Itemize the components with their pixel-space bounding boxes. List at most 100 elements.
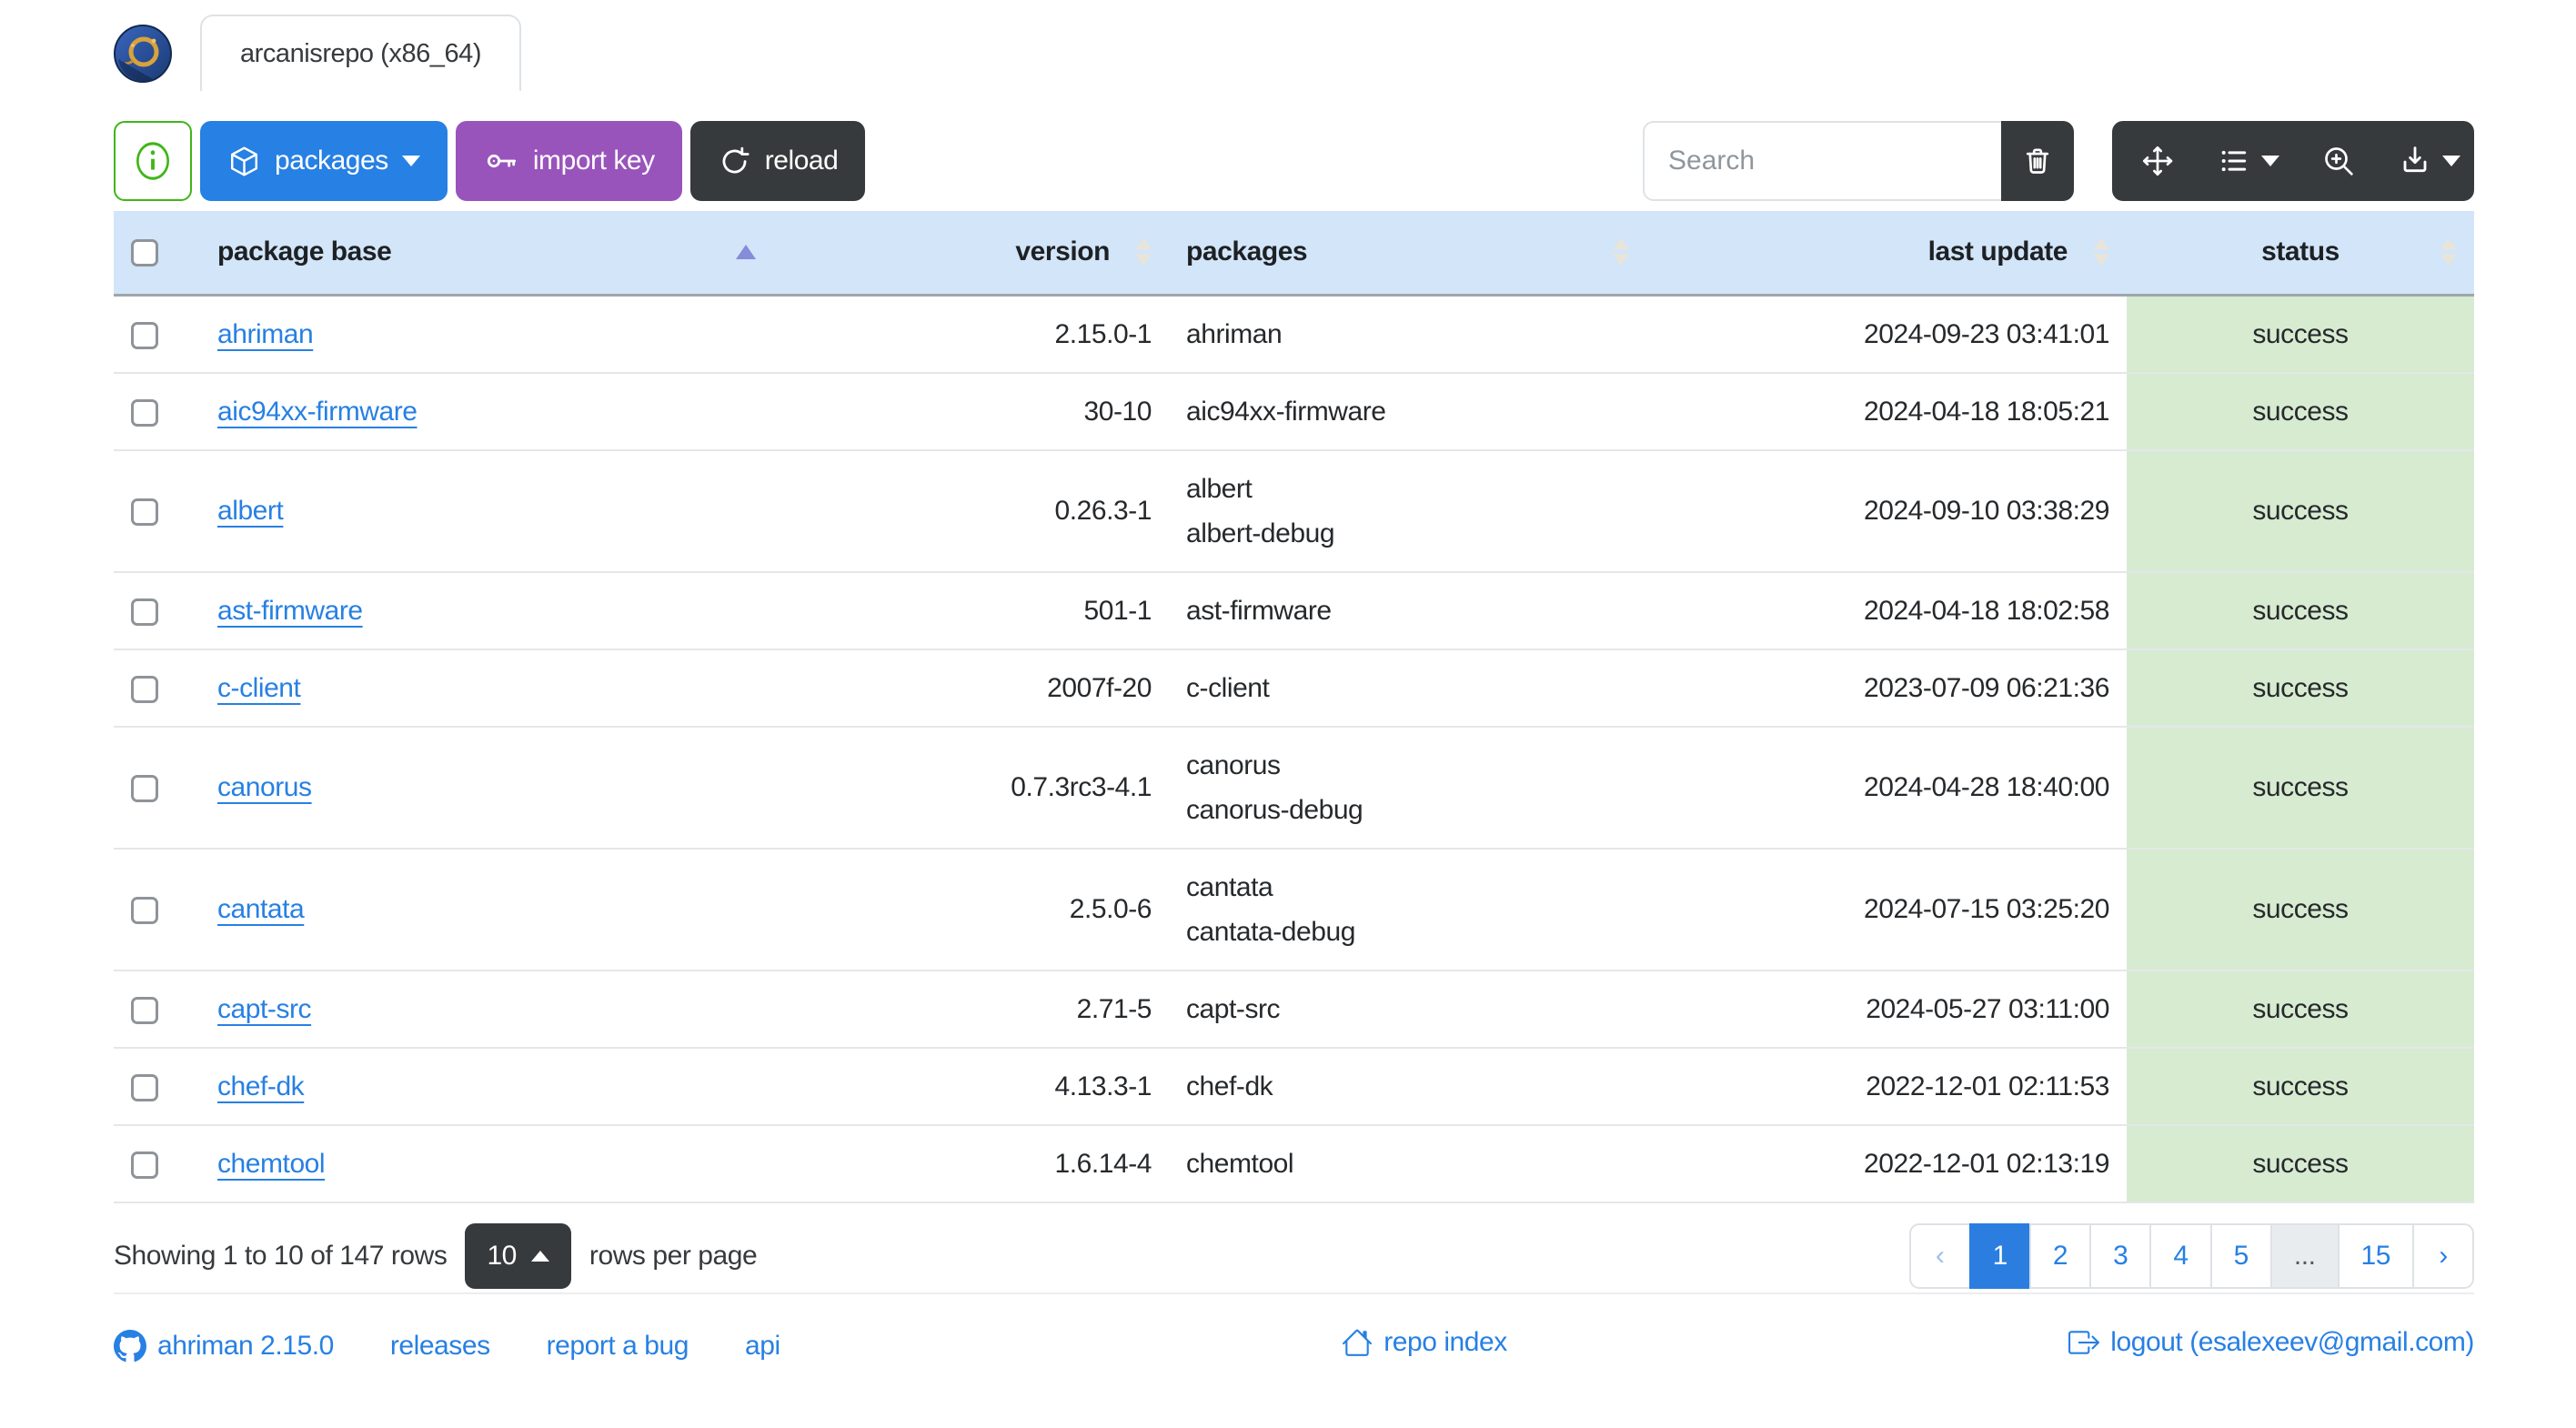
table-row: chef-dk 4.13.3-1 chef-dk 2022-12-01 02:1… [114,1047,2474,1126]
table-body: ahriman 2.15.0-1 ahriman 2024-09-23 03:4… [114,295,2474,1203]
status-badge: success [2252,993,2349,1024]
arrows-move-icon [2139,143,2176,179]
table-row: capt-src 2.71-5 capt-src 2024-05-27 03:1… [114,970,2474,1049]
package-names: aic94xx-firmware [1169,372,1646,451]
status-cell: success [2127,372,2474,451]
status-cell: success [2127,295,2474,374]
package-version: 30-10 [773,372,1169,451]
package-box-icon [227,145,261,178]
row-checkbox[interactable] [131,1151,158,1179]
page-button[interactable]: ... [2269,1222,2340,1289]
rows-per-page-value: 10 [487,1240,517,1271]
repository-tab[interactable]: arcanisrepo (x86_64) [200,15,522,91]
column-header-packages[interactable]: packages [1169,211,1646,295]
row-checkbox[interactable] [131,1073,158,1101]
package-base-link[interactable]: capt-src [217,994,312,1024]
page-button[interactable]: 1 [1968,1222,2031,1289]
version-link[interactable]: ahriman 2.15.0 [114,1329,334,1363]
column-header-version[interactable]: version [773,211,1169,295]
package-base-link[interactable]: chemtool [217,1149,326,1179]
package-base-link[interactable]: ahriman [217,319,314,349]
row-checkbox[interactable] [131,775,158,803]
status-badge: success [2252,672,2349,703]
sort-ascending-icon [736,245,756,260]
fullscreen-button[interactable] [2112,121,2203,201]
package-version: 0.7.3rc3-4.1 [773,726,1169,850]
package-version: 2007f-20 [773,649,1169,728]
status-cell: success [2127,649,2474,728]
package-base-link[interactable]: chef-dk [217,1071,305,1101]
toggle-search-button[interactable] [2293,121,2384,201]
download-icon [2397,143,2433,179]
info-button[interactable] [114,121,192,201]
package-base-link[interactable]: canorus [217,772,312,802]
table-row: chemtool 1.6.14-4 chemtool 2022-12-01 02… [114,1124,2474,1203]
report-bug-link[interactable]: report a bug [547,1331,689,1362]
select-all-checkbox[interactable] [131,239,158,267]
reload-icon [718,145,751,178]
reload-button[interactable]: reload [689,121,866,201]
search-input[interactable] [1643,121,2001,201]
clear-search-button[interactable] [2001,121,2074,201]
last-update: 2024-05-27 03:11:00 [1646,970,2127,1049]
column-header-status[interactable]: status [2127,211,2474,295]
page-button[interactable]: 4 [2149,1222,2212,1289]
packages-button[interactable]: packages [200,121,448,201]
package-base-link[interactable]: albert [217,496,284,526]
package-names: chemtool [1169,1124,1646,1203]
page-button[interactable]: 15 [2337,1222,2414,1289]
package-names: ahriman [1169,295,1646,374]
export-button[interactable] [2384,121,2475,201]
row-checkbox[interactable] [131,996,158,1024]
package-base-link[interactable]: ast-firmware [217,596,363,626]
last-update: 2024-07-15 03:25:20 [1646,848,2127,971]
columns-toggle-button[interactable] [2203,121,2294,201]
package-base-link[interactable]: c-client [217,673,301,703]
ahriman-logo-icon [114,25,172,83]
row-checkbox[interactable] [131,398,158,427]
status-badge: success [2252,1071,2349,1101]
row-checkbox[interactable] [131,321,158,349]
table-row: albert 0.26.3-1 albert albert-debug 2024-… [114,449,2474,573]
version-link-label: ahriman 2.15.0 [157,1330,334,1361]
page-button[interactable]: 3 [2089,1222,2152,1289]
pagination-summary: Showing 1 to 10 of 147 rows [114,1240,448,1271]
status-cell: success [2127,848,2474,971]
page-button[interactable]: ‹ [1908,1222,1971,1289]
package-base-link[interactable]: cantata [217,894,305,924]
status-badge: success [2252,595,2349,626]
chevron-down-icon [2261,156,2280,166]
column-header-last-update[interactable]: last update [1646,211,2127,295]
status-cell: success [2127,449,2474,573]
status-badge: success [2252,318,2349,349]
row-checkbox[interactable] [131,675,158,703]
last-update: 2024-04-28 18:40:00 [1646,726,2127,850]
row-checkbox[interactable] [131,498,158,527]
status-cell: success [2127,571,2474,650]
chevron-down-icon [401,156,420,166]
status-cell: success [2127,1124,2474,1203]
package-base-link[interactable]: aic94xx-firmware [217,397,418,427]
package-names: cantata cantata-debug [1169,848,1646,971]
row-checkbox[interactable] [131,598,158,626]
masthead: arcanisrepo (x86_64) [0,0,2576,91]
import-key-button-label: import key [532,146,655,176]
row-checkbox[interactable] [131,897,158,925]
column-header-package-base[interactable]: package base [200,211,773,295]
releases-link[interactable]: releases [390,1331,490,1362]
logout-icon [2068,1327,2100,1358]
table-row: canorus 0.7.3rc3-4.1 canorus canorus-debu… [114,726,2474,850]
page-button[interactable]: › [2412,1222,2474,1289]
page-button[interactable]: 2 [2028,1222,2092,1289]
logout-link[interactable]: logout (esalexeev@gmail.com) [2068,1327,2474,1358]
rows-per-page-button[interactable]: 10 [465,1222,571,1289]
status-badge: success [2252,496,2349,526]
repo-index-link[interactable]: repo index [1342,1327,1507,1358]
package-names: albert albert-debug [1169,449,1646,573]
page-button[interactable]: 5 [2209,1222,2272,1289]
import-key-button[interactable]: import key [455,121,682,201]
package-version: 2.5.0-6 [773,848,1169,971]
pagination: ‹ 1 2 3 4 5... 15 › [1908,1222,2474,1289]
api-link[interactable]: api [745,1331,780,1362]
status-cell: success [2127,970,2474,1049]
